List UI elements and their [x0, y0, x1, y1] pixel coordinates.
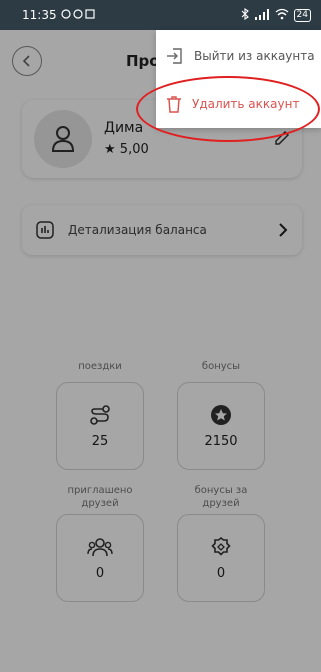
battery-indicator: 24 — [293, 8, 311, 22]
wifi-icon — [275, 8, 289, 23]
logout-menu-item[interactable]: Выйти из аккаунта — [156, 36, 321, 76]
logout-icon — [167, 48, 182, 64]
status-icons — [60, 8, 97, 23]
bluetooth-icon — [241, 7, 249, 23]
status-time: 11:35 — [22, 8, 57, 22]
highlight-annotation — [136, 76, 320, 142]
screen: 11:35 24 Про Дима ★ 5,00 Детализация бал… — [0, 0, 321, 672]
status-bar: 11:35 24 — [0, 0, 321, 30]
signal-icon — [254, 8, 270, 23]
logout-label: Выйти из аккаунта — [194, 49, 315, 63]
